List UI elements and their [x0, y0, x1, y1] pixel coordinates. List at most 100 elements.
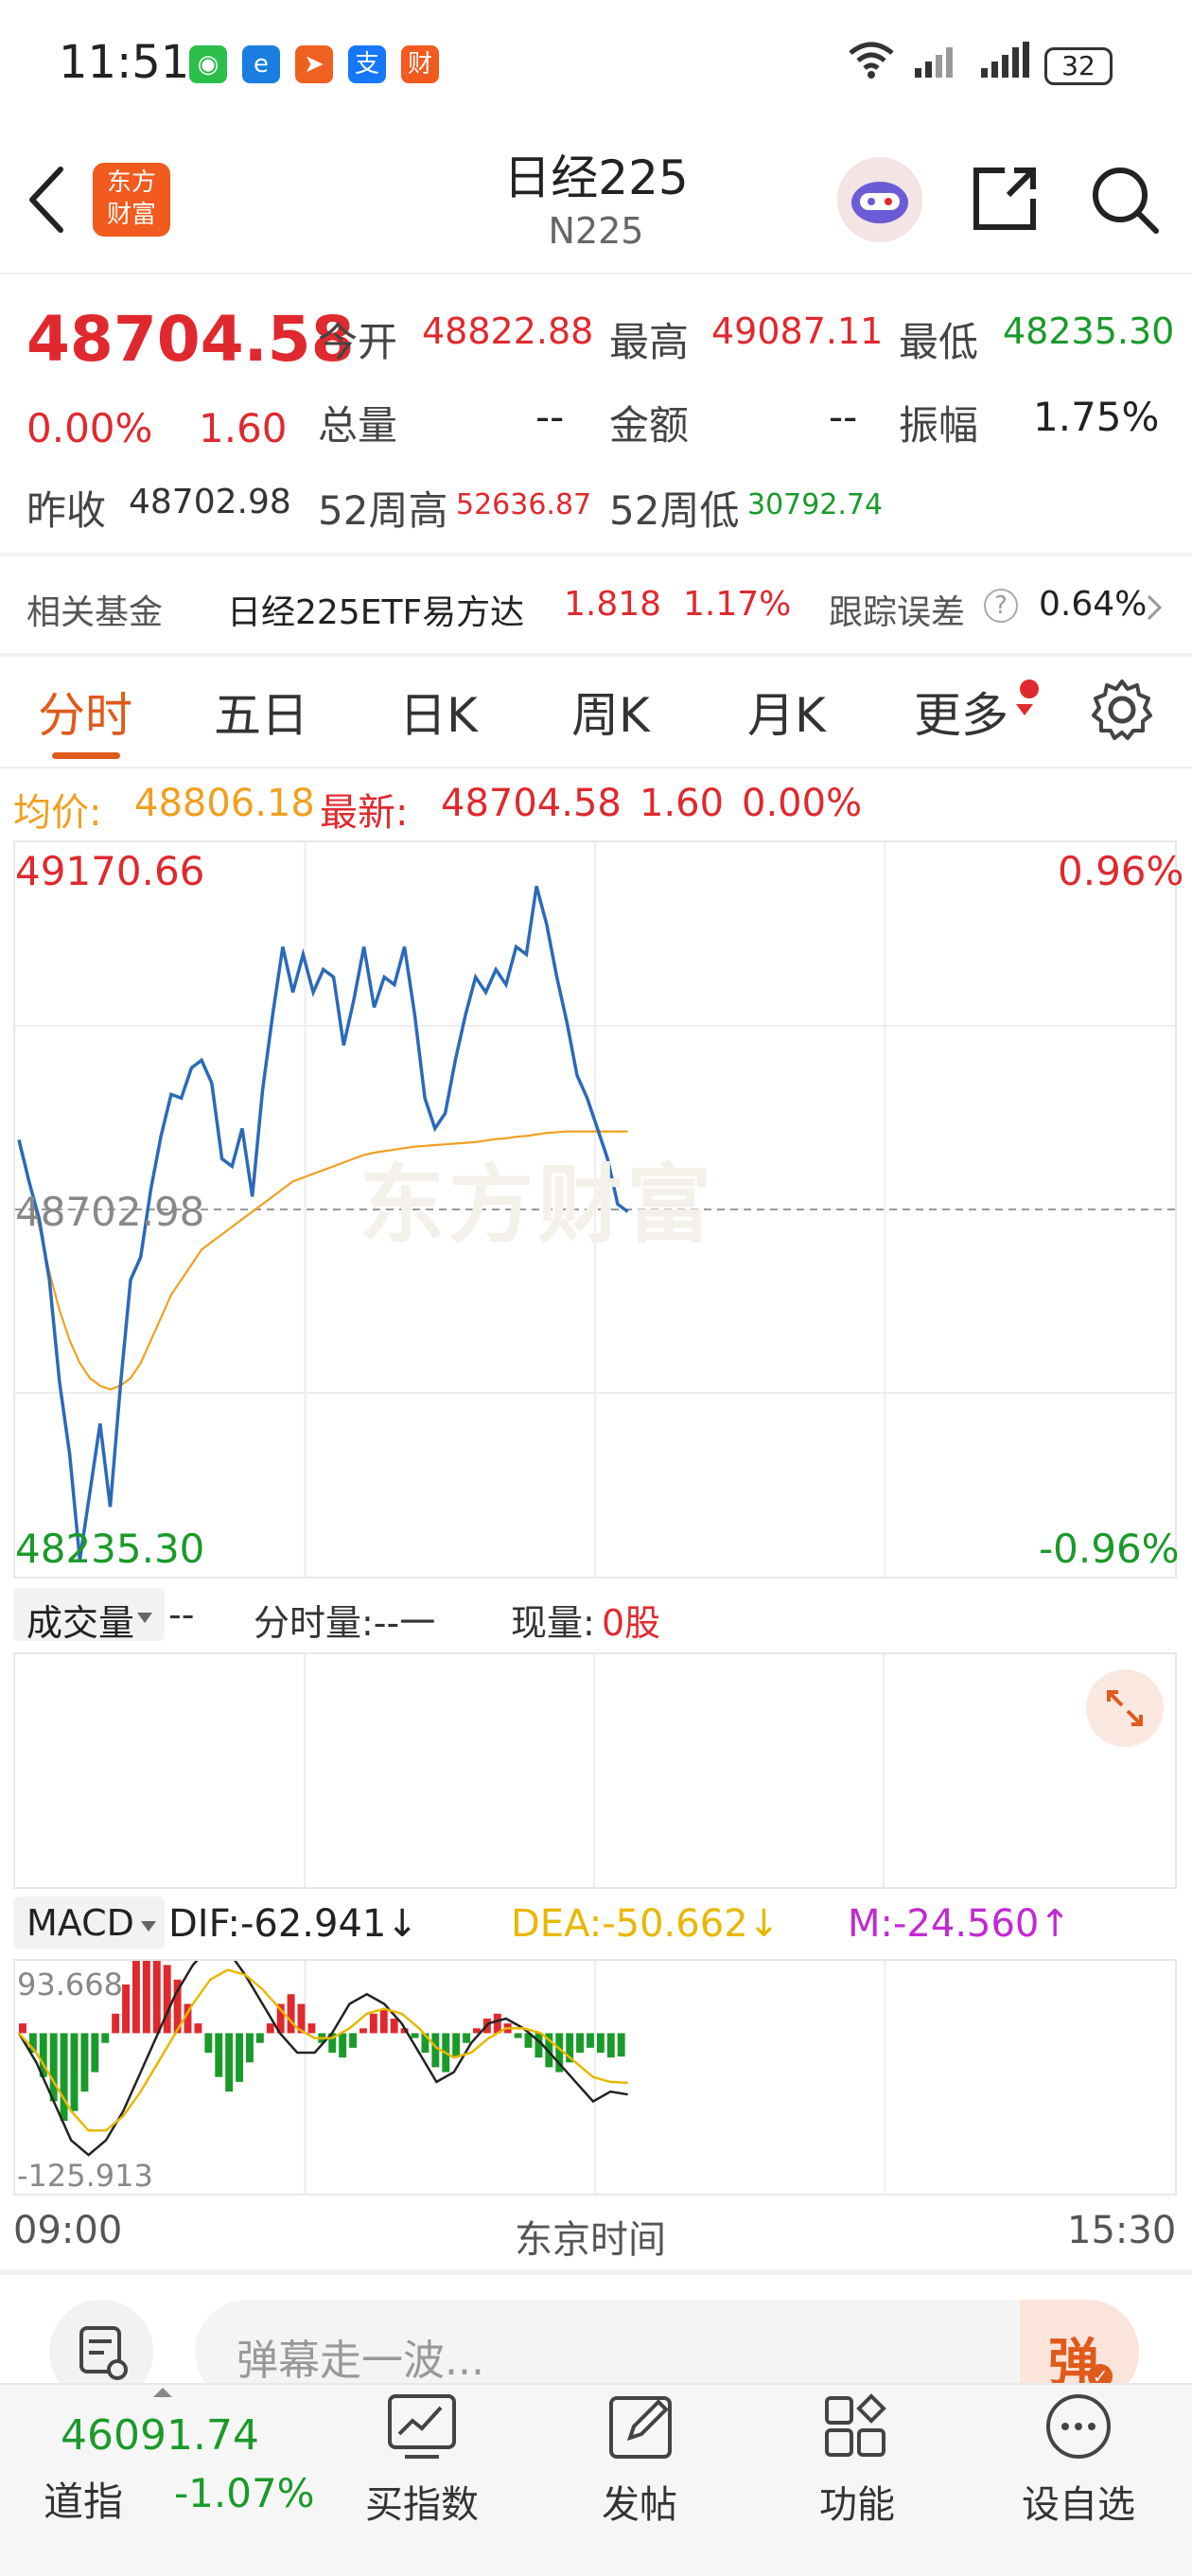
dow-price: 46091.74	[61, 2411, 259, 2460]
macd-bar	[152, 1961, 161, 2034]
macd-bar	[596, 2033, 605, 2053]
macd-bar	[163, 1965, 171, 2034]
latest-price-label: 最新:	[320, 791, 409, 835]
time-axis-end: 15:30	[1067, 2209, 1177, 2252]
caret-down-icon	[1014, 702, 1035, 721]
latest-pct: 0.00%	[742, 782, 863, 825]
macd-bar	[132, 1961, 140, 2034]
macd-bar	[463, 2033, 471, 2043]
battery-indicator: 32	[1044, 47, 1113, 85]
fund-price: 1.818	[564, 585, 662, 624]
wk52-high-label: 52周高	[318, 487, 448, 534]
chevron-right-icon	[1145, 592, 1164, 626]
time-axis-start: 09:00	[13, 2209, 123, 2252]
chart-top-price: 49170.66	[15, 848, 205, 894]
status-bar: 11:51 ◉ e ➤ 支财 32	[0, 0, 1192, 132]
wk52-low-label: 52周低	[609, 487, 740, 534]
volume-select-label: 成交量	[26, 1602, 135, 1644]
low-value: 48235.30	[1003, 310, 1175, 352]
tab-daily-k[interactable]: 日K	[399, 678, 478, 746]
dow-pct: -1.07%	[174, 2470, 315, 2516]
nav-add-watchlist[interactable]: 设自选	[993, 2383, 1164, 2572]
nav-functions[interactable]: 功能	[772, 2383, 942, 2572]
macd-bar	[452, 2033, 461, 2058]
macd-bar	[60, 2033, 68, 2122]
nav-add-watchlist-label: 设自选	[1022, 2483, 1135, 2527]
macd-bar	[255, 2033, 264, 2043]
macd-bar	[379, 2008, 388, 2034]
wk52-high-value: 52636.87	[456, 488, 592, 521]
macd-bar	[225, 2033, 234, 2092]
macd-bar	[359, 2028, 367, 2034]
related-fund-bar[interactable]: 相关基金 日经225ETF易方达 1.818 1.17% 跟踪误差 ? 0.64…	[0, 556, 1192, 655]
chart-trend-icon	[386, 2391, 458, 2466]
wifi-icon	[847, 40, 896, 88]
macd-bar	[535, 2033, 543, 2058]
nav-buy-index[interactable]: 买指数	[337, 2383, 507, 2572]
macd-bar	[215, 2033, 223, 2077]
nav-post-label: 发帖	[602, 2483, 677, 2527]
macd-select-label: MACD	[26, 1902, 134, 1944]
tracking-error-label: 跟踪误差	[829, 593, 966, 632]
macd-bar	[80, 2033, 89, 2092]
volume-chart[interactable]	[13, 1652, 1177, 1889]
signal-icon-1	[913, 40, 962, 88]
macd-bar	[70, 2033, 79, 2111]
macd-chart[interactable]	[13, 1959, 1177, 2196]
macd-bar	[142, 1961, 150, 2034]
notification-dot	[1020, 679, 1039, 698]
macd-bar	[307, 2023, 316, 2034]
time-axis-divider	[0, 2269, 1192, 2275]
grid-icon	[821, 2391, 893, 2466]
send-app-icon: ➤	[295, 45, 333, 83]
signal-icon-2	[979, 40, 1032, 88]
low-label: 最低	[899, 319, 979, 365]
nav-post[interactable]: 发帖	[554, 2383, 725, 2572]
robot-assistant-icon[interactable]	[837, 157, 922, 242]
tracking-error-value: 0.64%	[1039, 585, 1148, 624]
share-icon[interactable]	[967, 161, 1043, 240]
macd-bar	[587, 2033, 594, 2048]
browser-icon: e	[242, 45, 280, 83]
tab-five-day[interactable]: 五日	[214, 678, 308, 746]
macd-bar	[49, 2033, 58, 2102]
chart-top-pct: 0.96%	[1058, 848, 1184, 894]
prev-close-label: 昨收	[26, 487, 107, 534]
open-label: 今开	[318, 319, 398, 365]
search-icon[interactable]	[1086, 161, 1162, 240]
more-icon	[1043, 2391, 1114, 2466]
header-divider	[0, 273, 1192, 274]
macd-bar	[122, 1984, 131, 2034]
edit-icon	[605, 2391, 677, 2466]
change-percent: 0.00%	[26, 405, 153, 451]
caret-up-icon	[151, 2385, 174, 2403]
dow-index-widget[interactable]: 46091.74 道指 -1.07%	[0, 2385, 350, 2536]
help-icon[interactable]: ?	[984, 589, 1018, 623]
macd-bar	[576, 2033, 585, 2053]
dropdown-caret-icon	[136, 1611, 153, 1629]
wk52-low-value: 30792.74	[747, 488, 884, 521]
macd-m: M:-24.560↑	[848, 1902, 1071, 1946]
macd-bar	[390, 2018, 398, 2034]
macd-top-value: 93.668	[17, 1967, 123, 2003]
current-volume-value: 0股	[602, 1602, 661, 1644]
latest-price-value: 48704.58	[441, 782, 622, 825]
tab-monthly-k[interactable]: 月K	[747, 678, 826, 746]
macd-bar	[204, 2033, 213, 2053]
tab-intraday[interactable]: 分时	[38, 678, 132, 746]
volume-indicator-select[interactable]: 成交量	[13, 1588, 165, 1644]
settings-gear-icon[interactable]	[1088, 676, 1156, 748]
fund-name: 日经225ETF易方达	[227, 593, 525, 632]
chart-mid-price: 48702.98	[15, 1189, 205, 1235]
macd-bar	[194, 2023, 202, 2034]
tab-weekly-k[interactable]: 周K	[571, 678, 650, 746]
macd-bar	[349, 2033, 358, 2048]
eastmoney-app-icon: 财	[401, 45, 439, 83]
macd-bar	[514, 2033, 522, 2038]
expand-chart-icon[interactable]	[1086, 1669, 1164, 1747]
macd-indicator-select[interactable]: MACD	[13, 1897, 165, 1950]
macd-bar	[112, 2013, 120, 2034]
chart-bottom-pct: -0.96%	[1039, 1526, 1180, 1572]
change-value: 1.60	[199, 405, 288, 451]
tab-more[interactable]: 更多	[914, 678, 1008, 746]
